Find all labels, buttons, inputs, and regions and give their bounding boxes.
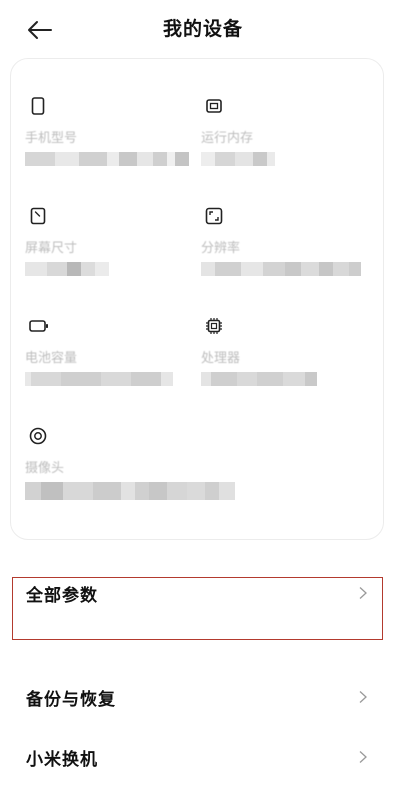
- menu-row-label: 小米换机: [26, 749, 98, 770]
- spec-value-redacted: [201, 152, 371, 166]
- spec-ram[interactable]: 运行内存: [201, 97, 371, 166]
- spec-value-redacted: [201, 262, 371, 276]
- spec-label: 手机型号: [25, 131, 78, 146]
- resolution-frame-icon: [205, 207, 223, 225]
- spec-value-redacted: [25, 372, 195, 386]
- spec-label: 分辨率: [201, 241, 241, 256]
- spec-label: 运行内存: [201, 131, 254, 146]
- spec-camera[interactable]: 摄像头: [25, 427, 265, 500]
- menu-row-mi-mover[interactable]: 小米换机: [14, 737, 384, 777]
- spec-label: 处理器: [201, 351, 241, 366]
- memory-chip-icon: [206, 99, 222, 113]
- menu-row-all-params[interactable]: 全部参数: [14, 573, 384, 613]
- spec-resolution[interactable]: 分辨率: [201, 207, 371, 276]
- battery-icon: [29, 320, 48, 332]
- camera-lens-icon: [29, 427, 47, 445]
- spec-processor[interactable]: 处理器: [201, 317, 371, 386]
- spec-label: 屏幕尺寸: [25, 241, 78, 256]
- page-title: 我的设备: [162, 18, 243, 40]
- device-specs-card: 手机型号 运行内存 屏幕尺寸 分辨率 电池容量 处理器 摄像头: [10, 58, 384, 540]
- menu-row-label: 备份与恢复: [26, 689, 116, 710]
- spec-phone-model[interactable]: 手机型号: [25, 97, 195, 166]
- spec-value-redacted: [201, 372, 371, 386]
- chevron-right-icon: [359, 751, 367, 763]
- menu-row-label: 全部参数: [26, 585, 98, 606]
- spec-value-redacted: [25, 262, 195, 276]
- spec-value-redacted: [25, 152, 195, 166]
- spec-label: 电池容量: [25, 351, 78, 366]
- top-bar: 我的设备: [0, 0, 406, 58]
- menu-row-backup-restore[interactable]: 备份与恢复: [14, 677, 384, 717]
- chevron-right-icon: [359, 587, 367, 599]
- spec-screen-size[interactable]: 屏幕尺寸: [25, 207, 195, 276]
- spec-value-redacted: [25, 482, 265, 500]
- processor-icon: [206, 318, 222, 334]
- chevron-right-icon: [359, 691, 367, 703]
- screen-size-icon: [30, 207, 46, 225]
- phone-icon: [31, 97, 45, 115]
- spec-battery[interactable]: 电池容量: [25, 317, 195, 386]
- spec-label: 摄像头: [25, 461, 65, 476]
